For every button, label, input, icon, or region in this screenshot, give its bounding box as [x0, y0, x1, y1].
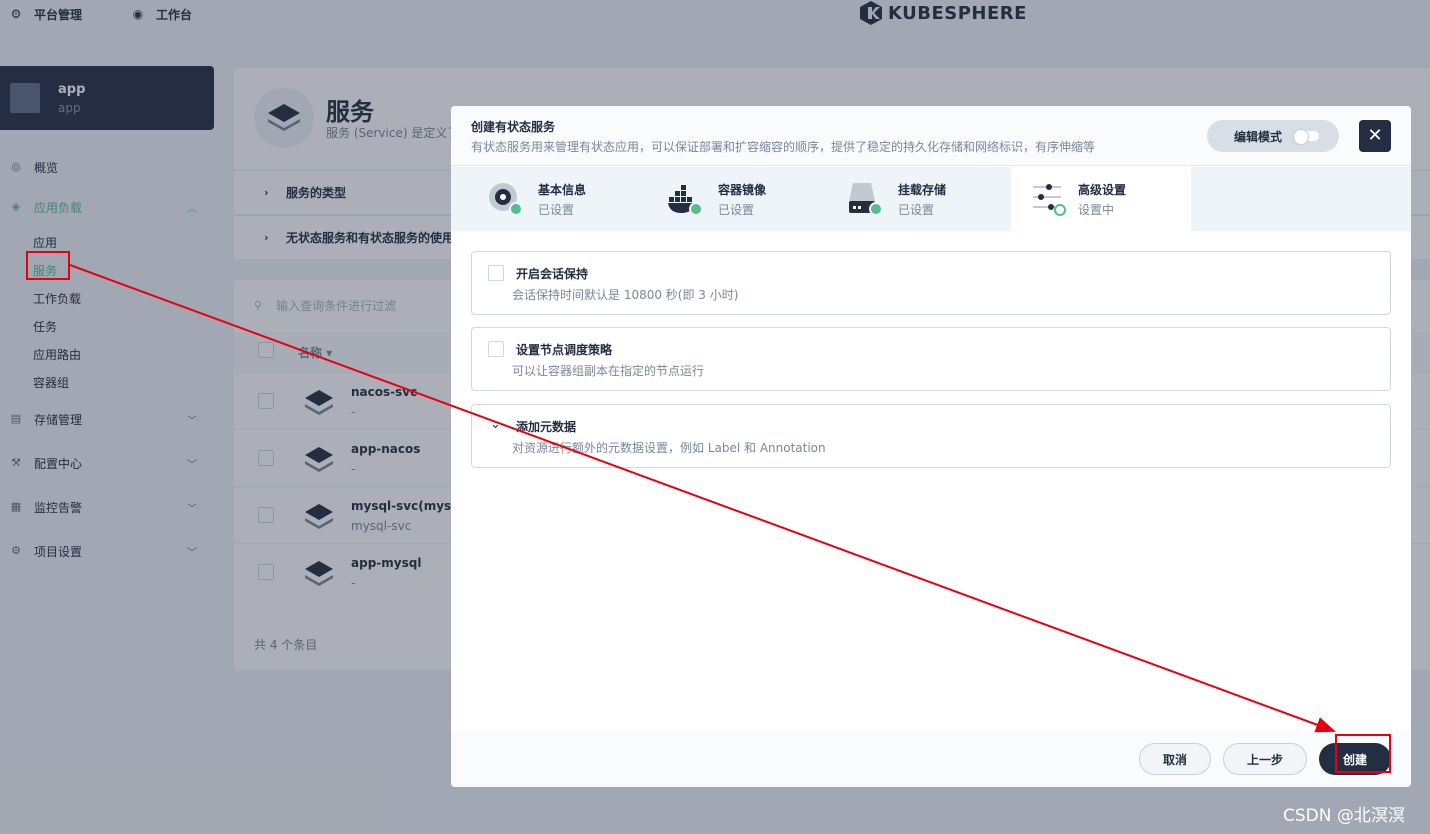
close-icon: ✕	[1367, 125, 1383, 146]
option-title: 添加元数据	[516, 420, 577, 434]
step-advanced-settings[interactable]: 高级设置 设置中	[1011, 167, 1191, 231]
dialog-title: 创建有状态服务	[471, 120, 556, 134]
step-status: 设置中	[1078, 203, 1115, 217]
session-affinity-checkbox[interactable]	[488, 265, 504, 281]
step-name: 挂载存储	[898, 183, 947, 197]
step-name: 基本信息	[538, 183, 587, 197]
dialog-footer: 取消 上一步 创建	[451, 731, 1411, 787]
step-status: 已设置	[898, 203, 935, 217]
annotation-box-services	[26, 251, 70, 280]
previous-step-button[interactable]: 上一步	[1223, 743, 1307, 775]
cancel-button[interactable]: 取消	[1139, 743, 1211, 775]
docker-icon	[668, 185, 703, 216]
step-name: 容器镜像	[718, 183, 767, 197]
option-title: 开启会话保持	[516, 267, 589, 281]
wizard-steps: 基本信息 已设置 容器镜像 已设置 挂载存储 已设置 高级设置 设置中	[451, 167, 1411, 231]
option-description: 会话保持时间默认是 10800 秒(即 3 小时)	[512, 288, 739, 302]
sliders-icon	[1033, 184, 1066, 216]
disc-icon	[489, 183, 523, 216]
create-stateful-service-dialog: 创建有状态服务 有状态服务用来管理有状态应用，可以保证部署和扩容缩容的顺序，提供…	[451, 106, 1411, 787]
option-description: 可以让容器组副本在指定的节点运行	[512, 364, 705, 378]
step-mount-storage[interactable]: 挂载存储 已设置	[811, 167, 991, 231]
watermark: CSDN @北溟溟	[1283, 806, 1405, 826]
dialog-description: 有状态服务用来管理有状态应用，可以保证部署和扩容缩容的顺序，提供了稳定的持久化存…	[471, 140, 1096, 154]
metadata-option[interactable]: ⌄ 添加元数据 对资源进行额外的元数据设置，例如 Label 和 Annotat…	[471, 404, 1391, 468]
edit-mode-label: 编辑模式	[1234, 129, 1283, 144]
annotation-box-create	[1335, 734, 1391, 773]
storage-disk-icon	[849, 183, 883, 216]
step-name: 高级设置	[1078, 183, 1127, 197]
close-button[interactable]: ✕	[1359, 120, 1391, 152]
node-scheduling-checkbox[interactable]	[488, 341, 504, 357]
edit-mode-toggle[interactable]: 编辑模式	[1207, 120, 1339, 152]
step-status: 已设置	[718, 203, 755, 217]
step-basic-info[interactable]: 基本信息 已设置	[451, 167, 631, 231]
step-container-image[interactable]: 容器镜像 已设置	[631, 167, 811, 231]
dialog-header: 创建有状态服务 有状态服务用来管理有状态应用，可以保证部署和扩容缩容的顺序，提供…	[451, 106, 1411, 166]
session-affinity-option: 开启会话保持 会话保持时间默认是 10800 秒(即 3 小时)	[471, 251, 1391, 315]
step-status: 已设置	[538, 203, 575, 217]
chevron-down-icon: ⌄	[490, 417, 501, 432]
option-title: 设置节点调度策略	[516, 343, 613, 357]
toggle-switch-icon	[1293, 129, 1319, 145]
node-scheduling-option: 设置节点调度策略 可以让容器组副本在指定的节点运行	[471, 327, 1391, 391]
option-description: 对资源进行额外的元数据设置，例如 Label 和 Annotation	[512, 441, 826, 455]
